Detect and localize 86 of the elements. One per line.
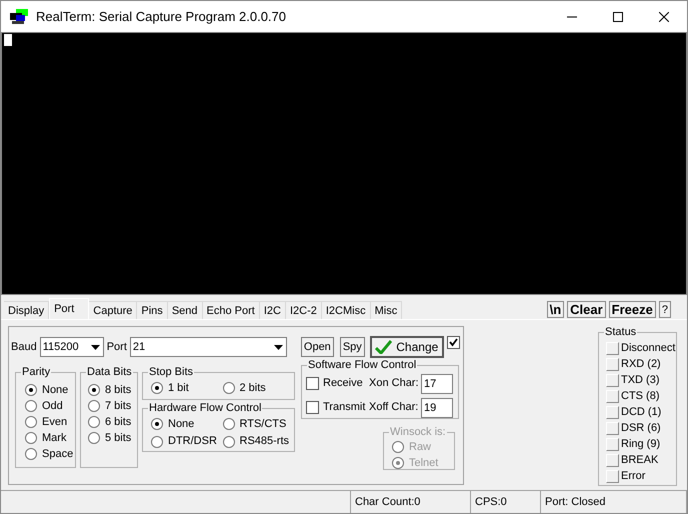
status-bar-text: Char Count:0	[351, 491, 471, 513]
checkbox-label: Transmit	[323, 400, 366, 416]
tab[interactable]: Port	[49, 298, 90, 319]
baud-dropdown[interactable]: 115200	[40, 337, 104, 357]
tab[interactable]: I2C	[260, 301, 286, 319]
radio-label: None	[42, 382, 68, 398]
close-icon	[659, 12, 669, 22]
radio-button[interactable]	[222, 382, 234, 394]
radio-label: 7 bits	[105, 398, 132, 414]
status-label: DSR (6)	[621, 420, 661, 436]
status-label: Error	[621, 468, 646, 484]
port-dropdown[interactable]: 21	[130, 337, 287, 357]
change-button[interactable]: Change	[370, 336, 444, 358]
text-cursor	[4, 34, 12, 46]
char-label: Xon Char:	[369, 376, 420, 392]
toolbar-button[interactable]: Freeze	[608, 301, 656, 318]
radio-label: DTR/DSR	[168, 434, 217, 450]
radio-button[interactable]	[222, 418, 234, 430]
status-bar-text: Port: Closed	[541, 491, 687, 513]
radio-label: None	[168, 416, 194, 432]
group-title: Stop Bits	[148, 365, 194, 379]
checkmark-icon	[375, 340, 392, 354]
radio-button[interactable]	[25, 400, 37, 412]
radio-label: 5 bits	[105, 430, 132, 446]
status-label: RXD (2)	[621, 356, 661, 372]
radio-label: Even	[42, 414, 68, 430]
radio-button[interactable]	[88, 384, 100, 396]
toolbar-button[interactable]: ?	[658, 301, 671, 318]
checkbox[interactable]	[306, 377, 319, 390]
radio-label: Raw	[409, 440, 432, 455]
radio-button[interactable]	[151, 436, 163, 448]
radio-button[interactable]	[25, 416, 37, 428]
terminal-icon	[10, 8, 28, 24]
tab[interactable]: I2C-2	[286, 301, 322, 319]
tab[interactable]: I2CMisc	[322, 301, 371, 319]
radio-button[interactable]	[222, 436, 234, 448]
char-field[interactable]: 19	[421, 398, 453, 418]
status-bar-text: CPS:0	[471, 491, 541, 513]
tab[interactable]: Capture	[89, 301, 138, 319]
radio-button[interactable]	[151, 382, 163, 394]
toolbar-button[interactable]: Clear	[567, 301, 606, 318]
radio-button[interactable]	[88, 416, 100, 428]
radio-button[interactable]	[151, 418, 163, 430]
port-action-button[interactable]: Open	[300, 337, 334, 357]
char-label: Xoff Char:	[369, 400, 420, 416]
radio-button[interactable]	[88, 400, 100, 412]
status-label: Ring (9)	[621, 436, 660, 452]
maximize-icon	[613, 12, 623, 22]
radio-button[interactable]	[88, 432, 100, 444]
status-label: TXD (3)	[621, 372, 660, 388]
status-label: CTS (8)	[621, 388, 660, 404]
tab[interactable]: Display	[4, 301, 50, 319]
checkbox[interactable]	[446, 336, 460, 349]
tab[interactable]: Pins	[137, 301, 168, 319]
radio-label: 1 bit	[168, 380, 189, 396]
dropdown-arrow-icon	[274, 344, 283, 350]
radio-label: 8 bits	[105, 382, 132, 398]
radio-label: RTS/CTS	[240, 416, 286, 432]
radio-label: Mark	[42, 430, 66, 446]
status-label: BREAK	[621, 452, 658, 468]
tab[interactable]: Echo Port	[202, 301, 260, 319]
radio-button[interactable]	[25, 432, 37, 444]
checkbox-label: Receive	[323, 376, 364, 392]
dropdown-arrow-icon	[90, 344, 100, 350]
radio-label: RS485-rts	[240, 434, 290, 450]
radio-label: 6 bits	[105, 414, 132, 430]
port-value: 21	[132, 340, 146, 355]
checkbox[interactable]	[306, 401, 319, 414]
radio-button[interactable]	[25, 448, 37, 460]
tab[interactable]: Misc	[370, 301, 402, 319]
radio-button[interactable]	[25, 384, 37, 396]
group-title: Parity	[21, 365, 52, 379]
char-field[interactable]: 17	[421, 374, 453, 394]
port-action-button[interactable]: Spy	[340, 337, 365, 357]
radio-label: Telnet	[409, 456, 438, 471]
baud-value: 115200	[42, 340, 80, 355]
status-label: DCD (1)	[621, 404, 662, 420]
baud-label: Baud	[11, 340, 37, 355]
window-title: RealTerm: Serial Capture Program 2.0.0.70	[36, 8, 286, 26]
status-label: Disconnect	[621, 340, 676, 356]
radio-label: Space	[42, 446, 74, 462]
port-label: Port	[106, 340, 127, 355]
radio-label: 2 bits	[240, 380, 266, 396]
tab[interactable]: Send	[168, 301, 203, 319]
radio-label: Odd	[42, 398, 63, 414]
toolbar-button[interactable]: \n	[546, 301, 564, 318]
